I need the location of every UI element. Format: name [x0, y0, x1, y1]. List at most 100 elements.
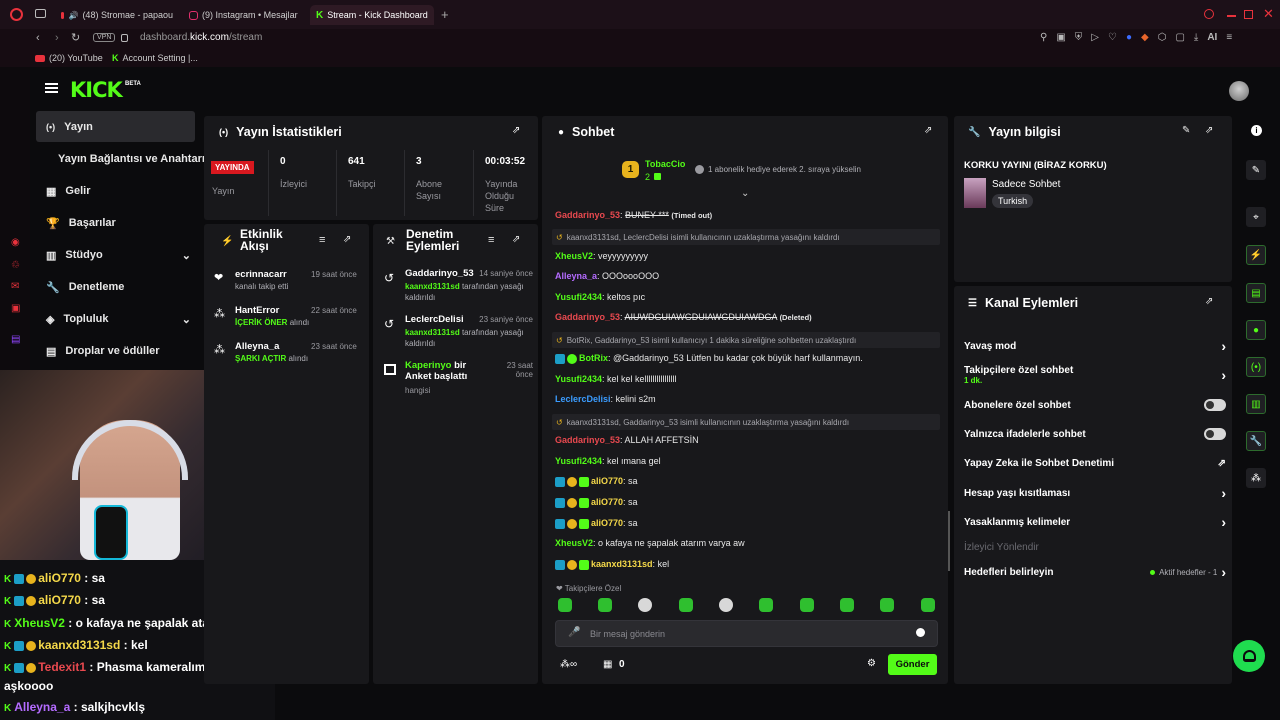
chat-username[interactable]: XheusV2: [555, 251, 593, 261]
sidebar-app-icon[interactable]: ▣: [11, 303, 20, 314]
emote-icon[interactable]: [840, 598, 854, 612]
activity-user[interactable]: HantError: [235, 305, 279, 316]
play-icon[interactable]: ▷: [1091, 32, 1099, 43]
channel-action-control[interactable]: ›: [1221, 367, 1226, 383]
channel-action-control[interactable]: Aktif hedefler - 1 ›: [1150, 564, 1226, 580]
opera-logo-icon[interactable]: [10, 8, 23, 21]
channel-action-row[interactable]: Yapay Zeka ile Sohbet Denetimi ⇗: [964, 456, 1226, 470]
chat-username[interactable]: BotRix: [579, 353, 608, 363]
url-field[interactable]: dashboard.kick.com/stream: [140, 32, 262, 43]
settings-gear-icon[interactable]: ⚙: [867, 658, 876, 669]
tab-kick-dashboard[interactable]: K Stream - Kick Dashboard: [310, 5, 434, 25]
activity-user[interactable]: ecrinnacarr: [235, 269, 287, 280]
download-icon[interactable]: ⤓: [1194, 32, 1198, 43]
emote-icon[interactable]: [880, 598, 894, 612]
channel-action-row[interactable]: Yasaklanmış kelimeler ›: [964, 514, 1226, 530]
extension-puzzle-icon[interactable]: ⬡: [1158, 32, 1167, 43]
target-icon[interactable]: ⌖: [1246, 207, 1266, 227]
menu-icon[interactable]: ≡: [1226, 32, 1232, 43]
top-gifter-name[interactable]: TobacCio: [645, 159, 685, 169]
points-icon[interactable]: ⁂∞: [560, 659, 577, 670]
channel-action-row[interactable]: Hedefleri belirleyin Aktif hedefler - 1 ›: [964, 564, 1226, 580]
mod-action-actor[interactable]: kaanxd3131sd: [405, 328, 460, 337]
layout-icon[interactable]: ▥: [1246, 394, 1266, 414]
edit-icon[interactable]: ✎: [1246, 160, 1266, 180]
chat-username[interactable]: aliO770: [591, 497, 623, 507]
channel-action-row[interactable]: Takipçilere özel sohbet 1 dk. ›: [964, 365, 1226, 385]
emote-icon[interactable]: [558, 598, 572, 612]
tab-switcher-icon[interactable]: [35, 9, 46, 18]
channel-action-control[interactable]: [1204, 399, 1226, 411]
community-icon[interactable]: ⁂: [1246, 468, 1266, 488]
bookmark-youtube[interactable]: (20) YouTube: [35, 53, 103, 63]
popout-icon[interactable]: ⇗: [512, 125, 520, 136]
filter-icon[interactable]: ≡: [488, 234, 494, 246]
bookmark-account-setting[interactable]: K Account Setting |...: [112, 53, 198, 63]
channel-action-row[interactable]: Abonelere özel sohbet: [964, 398, 1226, 412]
nav-denetleme[interactable]: 🔧 Denetleme: [36, 274, 194, 300]
chat-username[interactable]: aliO770: [591, 518, 623, 528]
search-icon[interactable]: [1204, 9, 1214, 19]
language-tag[interactable]: Turkish: [992, 194, 1034, 208]
expand-icon[interactable]: ⌄: [741, 188, 749, 199]
emote-icon[interactable]: [638, 598, 652, 612]
nav-gelir[interactable]: ▦ Gelir: [36, 178, 194, 204]
ai-button[interactable]: AI: [1207, 32, 1217, 43]
edit-icon[interactable]: ✎: [1182, 125, 1190, 136]
extension-box-icon[interactable]: ▢: [1175, 32, 1184, 43]
document-icon[interactable]: ▤: [1246, 283, 1266, 303]
toggle-switch[interactable]: [1204, 428, 1226, 440]
tab-instagram[interactable]: (9) Instagram • Mesajlar: [183, 5, 303, 25]
wrench-icon[interactable]: 🔧: [1246, 431, 1266, 451]
extension-fox-icon[interactable]: ◆: [1141, 32, 1149, 43]
emote-icon[interactable]: [719, 598, 733, 612]
mod-action-user[interactable]: Gaddarinyo_53: [405, 268, 474, 279]
channel-action-control[interactable]: ›: [1221, 338, 1226, 354]
emote-icon[interactable]: [679, 598, 693, 612]
chat-username[interactable]: aliO770: [591, 476, 623, 486]
emote-icon[interactable]: [800, 598, 814, 612]
chat-username[interactable]: Gaddarinyo_53: [555, 210, 620, 220]
chat-username[interactable]: LeclercDelisi: [555, 394, 611, 404]
shield-icon[interactable]: ⛨: [1075, 32, 1083, 43]
back-icon[interactable]: ‹: [36, 32, 40, 44]
chat-username[interactable]: Gaddarinyo_53: [555, 435, 620, 445]
emoji-icon[interactable]: [916, 628, 925, 637]
popout-icon[interactable]: ⇗: [343, 234, 351, 245]
chat-bubble-icon[interactable]: ●: [1246, 320, 1266, 340]
emote-icon[interactable]: [759, 598, 773, 612]
speaker-icon[interactable]: 🔊: [68, 11, 78, 20]
channel-action-control[interactable]: ›: [1221, 514, 1226, 530]
minimize-icon[interactable]: [1227, 15, 1236, 17]
popout-icon[interactable]: ⇗: [512, 234, 520, 245]
tab-youtube[interactable]: 🔊 (48) Stromae - papaou: [55, 5, 173, 25]
chat-username[interactable]: Gaddarinyo_53: [555, 312, 620, 322]
microphone-icon[interactable]: 🎤: [568, 627, 580, 638]
popout-icon[interactable]: ⇗: [1205, 296, 1213, 307]
sidebar-app-icon[interactable]: ◉: [11, 237, 20, 248]
nav-topluluk[interactable]: ◈ Topluluk ⌄: [36, 306, 191, 332]
channel-action-row[interactable]: Hesap yaşı kısıtlaması ›: [964, 485, 1226, 501]
new-tab-button[interactable]: +: [441, 7, 449, 22]
nav-stream-key[interactable]: Yayın Bağlantısı ve Anahtarı: [48, 146, 208, 172]
nav-droplar[interactable]: ▤ Droplar ve ödüller: [36, 338, 194, 364]
chat-username[interactable]: Yusufi2434: [555, 292, 602, 302]
support-button[interactable]: [1233, 640, 1265, 672]
chat-username[interactable]: kaanxd3131sd: [591, 559, 653, 569]
forward-icon[interactable]: ›: [55, 32, 59, 44]
scrollbar[interactable]: [948, 511, 950, 571]
avatar[interactable]: [1229, 81, 1249, 101]
nav-basarilar[interactable]: 🏆 Başarılar: [36, 210, 194, 236]
heart-icon[interactable]: ♡: [1108, 32, 1117, 43]
extension-blue-icon[interactable]: ●: [1126, 32, 1132, 43]
camera-icon[interactable]: ▣: [1056, 32, 1065, 43]
vpn-badge[interactable]: VPN: [93, 33, 116, 42]
reload-icon[interactable]: ↻: [71, 31, 80, 44]
activity-user[interactable]: Alleyna_a: [235, 341, 279, 352]
twitch-icon[interactable]: ▤: [11, 334, 20, 345]
mod-action-user[interactable]: LeclercDelisi: [405, 314, 464, 325]
nav-studyo[interactable]: ▥ Stüdyo ⌄: [36, 242, 191, 268]
maximize-icon[interactable]: [1244, 10, 1253, 19]
channel-action-control[interactable]: [1204, 428, 1226, 440]
popout-icon[interactable]: ⇗: [1205, 125, 1213, 136]
